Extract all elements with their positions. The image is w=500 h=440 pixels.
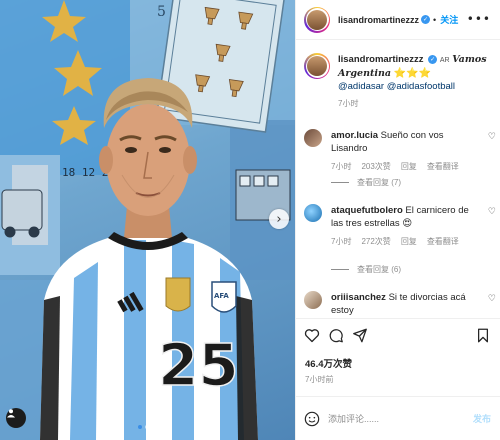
carousel-next-button[interactable]: › (269, 209, 289, 229)
user-icon (7, 409, 15, 418)
heart-icon[interactable]: ♡ (488, 294, 496, 304)
comment-input[interactable] (328, 413, 468, 424)
commenter-avatar[interactable] (304, 291, 322, 309)
chevron-right-icon: › (276, 211, 282, 227)
post-header: lisandromartinezzz ✓ • 关注 ••• (296, 0, 500, 40)
comment-item: amor.lucia Sueño con vos Lisandro 7小时 20… (304, 129, 496, 173)
author-avatar[interactable] (304, 6, 330, 33)
comment-username[interactable]: ataquefutbolero (331, 205, 403, 216)
commenter-avatar[interactable] (304, 129, 322, 147)
view-replies-button[interactable]: 查看回复 (7) (331, 177, 401, 188)
like-heart-icon[interactable] (304, 328, 320, 343)
flag-text: AR (439, 57, 450, 64)
comment-item: oriiisanchez Si te divorcias acá estoy ♡ (304, 291, 496, 315)
verified-badge-icon: ✓ (428, 54, 438, 64)
more-options-icon[interactable]: ••• (467, 12, 491, 26)
comment-likes[interactable]: 203次赞 (361, 160, 390, 173)
comment-likes[interactable]: 272次赞 (361, 235, 390, 248)
comment-icon[interactable] (328, 328, 344, 343)
comment-item: ataquefutbolero El carnicero de las tres… (304, 204, 496, 248)
post-image[interactable]: 5 18 12 2 AFA 25 › (0, 0, 295, 440)
comment-time: 7小时 (331, 162, 352, 171)
view-replies-button[interactable]: 查看回复 (6) (331, 264, 401, 275)
translate-button[interactable]: 查看翻译 (427, 235, 459, 248)
translate-button[interactable]: 查看翻译 (427, 160, 459, 173)
comment-time: 7小时 (331, 237, 352, 246)
post-comment-button[interactable]: 发布 (473, 412, 491, 425)
comment-composer: 发布 (296, 396, 500, 440)
comments-scroll[interactable]: lisandromartinezzz ✓ AR Vamos Argentina … (296, 41, 500, 315)
commenter-avatar[interactable] (304, 204, 322, 222)
comment-username[interactable]: amor.lucia (331, 130, 378, 141)
jersey-number: 25 (158, 331, 239, 399)
carousel-dot[interactable] (145, 425, 149, 429)
view-replies-label: 查看回复 (6) (357, 265, 401, 274)
card-number: 5 (157, 4, 166, 20)
emoji-icon[interactable] (304, 411, 320, 427)
mention-link[interactable]: @adidasfootball (387, 81, 455, 92)
caption-username[interactable]: lisandromartinezzz (338, 54, 424, 65)
carousel-dot[interactable] (138, 425, 142, 429)
heart-icon[interactable]: ♡ (488, 207, 496, 217)
like-count[interactable]: 46.4万次赞 (305, 356, 352, 370)
author-avatar[interactable] (304, 53, 330, 79)
reply-button[interactable]: 回复 (401, 235, 417, 248)
reply-button[interactable]: 回复 (401, 160, 417, 173)
post-sidebar: lisandromartinezzz ✓ • 关注 ••• lisandroma… (295, 0, 500, 440)
svg-text:AFA: AFA (214, 292, 229, 300)
tagged-users-button[interactable] (6, 408, 26, 428)
stars-emoji: ⭐⭐⭐ (393, 68, 432, 79)
post-time: 7小时前 (305, 375, 334, 384)
comment-username[interactable]: oriiisanchez (331, 292, 386, 303)
heart-eyes-emoji: 😍 (402, 218, 413, 229)
post-photo-illustration: 5 18 12 2 AFA 25 (0, 0, 295, 440)
verified-badge-icon: ✓ (421, 15, 431, 24)
share-paper-plane-icon[interactable] (352, 328, 368, 343)
carousel-dots (138, 425, 149, 429)
view-replies-label: 查看回复 (7) (357, 178, 401, 187)
action-bar (296, 318, 500, 354)
bookmark-icon[interactable] (476, 328, 490, 343)
heart-icon[interactable]: ♡ (488, 132, 496, 142)
mention-link[interactable]: @adidasar (338, 81, 384, 92)
author-username[interactable]: lisandromartinezzz (338, 15, 419, 25)
follow-button[interactable]: 关注 (440, 13, 458, 26)
caption-time: 7小时 (338, 99, 359, 108)
post-caption: lisandromartinezzz ✓ AR Vamos Argentina … (304, 53, 496, 110)
